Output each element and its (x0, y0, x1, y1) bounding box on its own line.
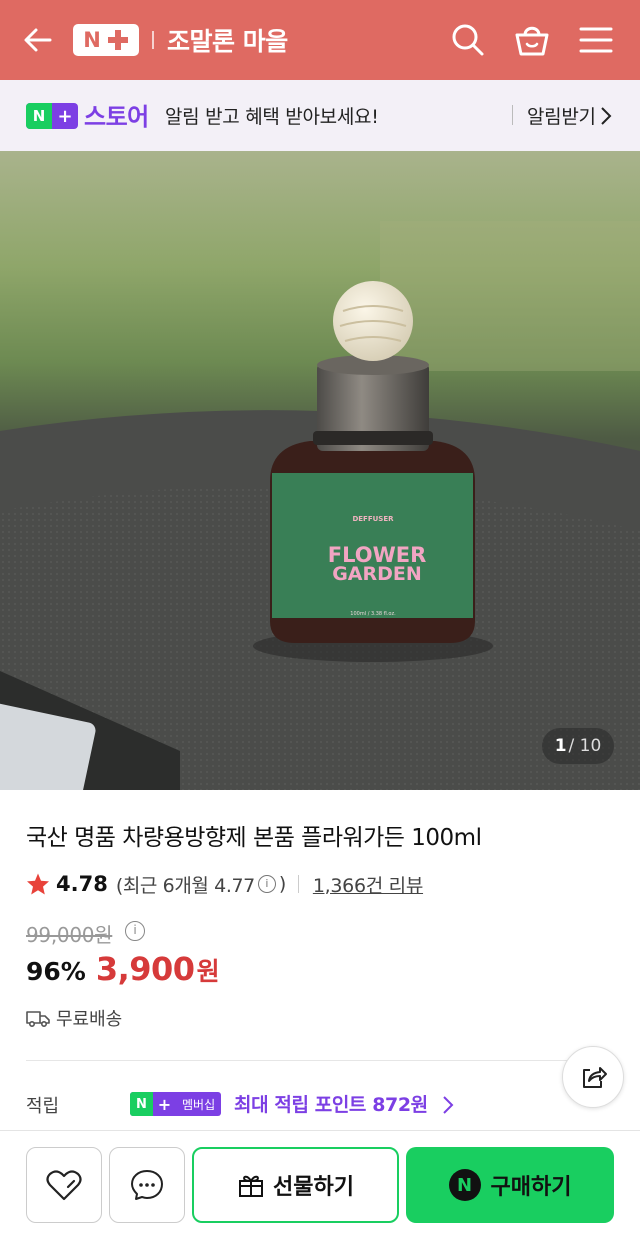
menu-icon[interactable] (576, 20, 616, 60)
bottle-label-bottom: 100ml / 3.38 fl.oz. (350, 611, 396, 617)
product-photo: DEFFUSER FLOWER GARDEN 100ml / 3.38 fl.o… (0, 151, 640, 790)
store-brand-text: 스토어 (84, 103, 149, 131)
price-row: 96% 3,900 원 (26, 950, 220, 988)
shipping-info: 무료배송 (26, 1005, 122, 1031)
talk-button[interactable] (109, 1147, 185, 1223)
naver-pay-icon: N (448, 1169, 481, 1201)
star-icon (27, 873, 49, 895)
membership-badge: N + 멤버십 (130, 1092, 222, 1116)
buy-button[interactable]: N 구매하기 (406, 1147, 614, 1223)
promo-divider (512, 105, 513, 125)
discount-rate: 96% (26, 957, 86, 986)
section-divider (26, 1060, 614, 1061)
bottle-label-top: DEFFUSER (352, 515, 394, 523)
image-counter-current: 1 (554, 736, 567, 756)
truck-icon (26, 1011, 50, 1028)
membership-text: 멤버십 (176, 1092, 222, 1116)
naver-plus-logo[interactable]: N (73, 24, 139, 56)
gift-button[interactable]: 선물하기 (192, 1147, 399, 1223)
plus-icon: + (157, 1094, 172, 1114)
badge-n: N (26, 103, 52, 129)
promo-message: 알림 받고 혜택 받아보세요! (165, 106, 379, 128)
image-counter: 1 / 10 (542, 728, 614, 764)
share-icon (583, 1067, 607, 1088)
product-title: 국산 명품 차량용방향제 본품 플라워가든 100ml (26, 825, 482, 851)
rating-row: 4.78 (최근 6개월 4.77 i ) 1,366건 리뷰 (26, 870, 423, 898)
price-info-icon[interactable]: i (125, 921, 145, 941)
points-label: 적립 (26, 1096, 60, 1117)
gift-label: 선물하기 (273, 1175, 354, 1200)
review-count-link[interactable]: 1,366건 리뷰 (313, 871, 423, 898)
original-price: 99,000원 (26, 923, 113, 947)
badge-n: N (130, 1092, 153, 1116)
subscribe-alarm-link[interactable]: 알림받기 (527, 102, 596, 129)
plus-icon: + (57, 105, 73, 127)
wishlist-button[interactable] (26, 1147, 102, 1223)
shipping-text: 무료배송 (56, 1009, 123, 1030)
header-divider (152, 31, 154, 49)
currency-unit: 원 (196, 957, 220, 986)
buy-label: 구매하기 (490, 1175, 572, 1200)
chat-bubble-icon (131, 1170, 163, 1200)
logo-n: N (83, 28, 101, 52)
info-icon[interactable]: i (257, 875, 276, 893)
heart-icon (46, 1170, 82, 1201)
chevron-right-icon (443, 1096, 454, 1114)
recent-rating-close: ) (278, 873, 286, 895)
store-name[interactable]: 조말론 마을 (167, 22, 288, 58)
recent-rating: (최근 6개월 4.77 (115, 874, 255, 897)
max-points-link[interactable]: 최대 적립 포인트 872원 (234, 1090, 428, 1117)
sale-price: 3,900 (95, 950, 195, 988)
gift-icon (239, 1175, 264, 1197)
bottom-action-bar: 선물하기 N 구매하기 (0, 1130, 640, 1239)
app-header: N 조말론 마을 (0, 0, 640, 80)
plus-icon (107, 30, 128, 50)
product-image-carousel[interactable]: DEFFUSER FLOWER GARDEN 100ml / 3.38 fl.o… (0, 151, 640, 790)
bottle-label-line2: GARDEN (332, 563, 422, 585)
rating-score: 4.78 (56, 872, 108, 896)
shopping-bag-icon[interactable] (512, 20, 552, 60)
share-button[interactable] (562, 1046, 624, 1108)
image-counter-total: / 10 (568, 736, 602, 756)
back-arrow-icon[interactable] (20, 22, 56, 58)
rating-divider (297, 875, 299, 893)
chevron-right-icon (601, 107, 612, 125)
store-promo-banner[interactable]: N + 스토어 알림 받고 혜택 받아보세요! 알림받기 (0, 80, 640, 151)
naver-plus-badge: N + (26, 103, 78, 129)
nplus-mark: N + (130, 1092, 176, 1116)
search-icon[interactable] (448, 20, 488, 60)
